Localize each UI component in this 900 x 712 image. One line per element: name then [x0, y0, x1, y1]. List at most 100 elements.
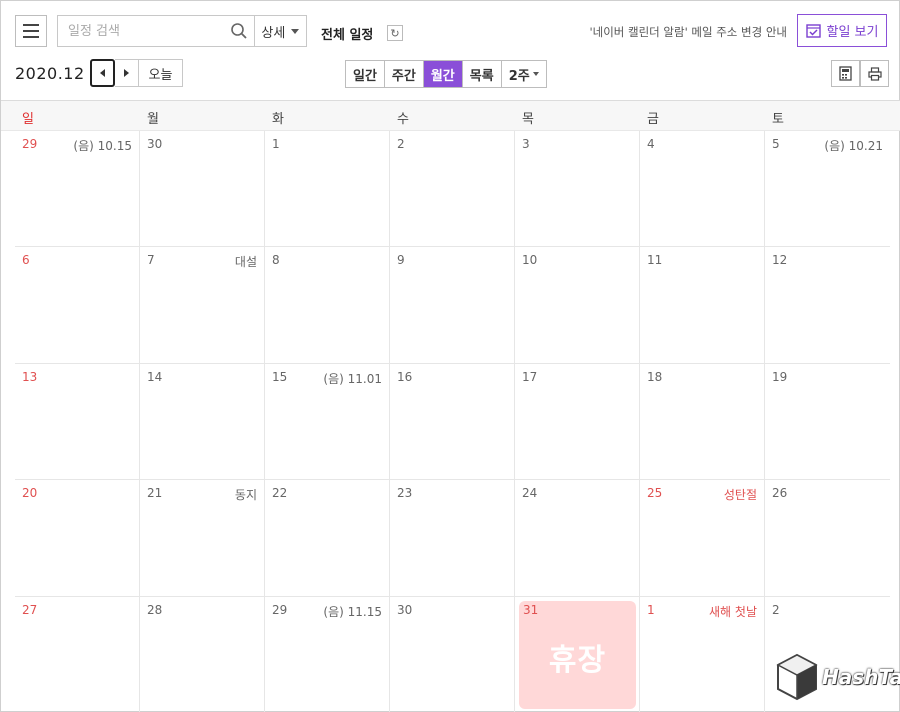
day-cell[interactable]: 1	[265, 131, 390, 246]
calculator-icon	[839, 66, 852, 81]
day-cell[interactable]: 10	[515, 247, 640, 363]
day-cell[interactable]: 5 (음) 10.21	[765, 131, 890, 246]
menu-button[interactable]	[15, 15, 47, 47]
day-cell[interactable]: 12	[765, 247, 890, 363]
app-frame: 상세 전체 일정 ↻ '네이버 캘린더 알람' 메일 주소 변경 안내 할일 보…	[0, 0, 900, 712]
day-cell[interactable]: 20	[15, 480, 140, 596]
next-month-button[interactable]	[115, 59, 139, 87]
day-cell[interactable]: 1 새해 첫날	[640, 597, 765, 712]
day-cell[interactable]: 25 성탄절	[640, 480, 765, 596]
week-row: 13 14 15 (음) 11.01 16 17 18 19	[15, 364, 890, 480]
weekday-mon: 월	[147, 112, 159, 127]
today-button[interactable]: 오늘	[139, 59, 183, 87]
day-note: 성탄절	[723, 488, 757, 502]
day-cell[interactable]: 3	[515, 131, 640, 246]
day-cell[interactable]: 30	[390, 597, 515, 712]
weekday-thu: 목	[522, 112, 534, 127]
day-cell[interactable]: 11	[640, 247, 765, 363]
tab-month[interactable]: 월간	[423, 61, 463, 87]
tab-week[interactable]: 주간	[384, 61, 424, 87]
tab-two-week[interactable]: 2주	[501, 61, 546, 87]
day-cell[interactable]: 13	[15, 364, 140, 479]
day-number: 28	[147, 603, 163, 617]
day-cell[interactable]: 31 휴장	[515, 597, 640, 712]
day-cell[interactable]: 28	[140, 597, 265, 712]
market-closed-label: 휴장	[548, 643, 607, 678]
day-number: 21	[147, 486, 163, 500]
market-closed-block[interactable]: 31 휴장	[519, 601, 636, 709]
refresh-icon[interactable]: ↻	[387, 25, 403, 41]
todo-button[interactable]: 할일 보기	[797, 14, 887, 47]
notice-link[interactable]: '네이버 캘린더 알람' 메일 주소 변경 안내	[589, 24, 787, 40]
day-number: 6	[22, 253, 30, 267]
view-tabs: 일간 주간 월간 목록 2주	[345, 60, 547, 88]
tab-day[interactable]: 일간	[346, 61, 385, 87]
weekday-wed: 수	[397, 112, 409, 127]
day-number: 18	[647, 370, 663, 384]
day-number: 13	[22, 370, 38, 384]
day-number: 31	[523, 603, 539, 617]
weekday-sun: 일	[22, 112, 34, 127]
prev-month-button[interactable]	[90, 59, 115, 87]
week-row: 27 28 29 (음) 11.15 30 31 휴장 1 새해 첫날 2	[15, 597, 890, 712]
day-cell[interactable]: 6	[15, 247, 140, 363]
search-box: 상세	[57, 15, 307, 47]
detail-search-button[interactable]: 상세	[253, 16, 306, 46]
day-cell[interactable]: 22	[265, 480, 390, 596]
day-cell[interactable]: 24	[515, 480, 640, 596]
day-number: 15	[272, 370, 288, 384]
day-note: (음) 11.15	[323, 605, 382, 619]
day-number: 4	[647, 137, 655, 151]
day-cell[interactable]: 19	[765, 364, 890, 479]
day-cell[interactable]: 18	[640, 364, 765, 479]
day-number: 12	[772, 253, 788, 267]
tab-two-week-label: 2주	[508, 68, 530, 84]
day-cell[interactable]: 9	[390, 247, 515, 363]
week-row: 29 (음) 10.15 30 1 2 3 4 5 (음) 10.21	[15, 131, 890, 247]
day-cell[interactable]: 21 동지	[140, 480, 265, 596]
print-button[interactable]	[860, 60, 889, 87]
day-cell[interactable]: 17	[515, 364, 640, 479]
day-cell[interactable]: 2	[390, 131, 515, 246]
checkbox-calendar-icon	[805, 24, 821, 38]
watermark-text: HashTag	[822, 665, 900, 689]
calculator-button[interactable]	[831, 60, 860, 87]
day-number: 29	[22, 137, 38, 151]
day-number: 9	[397, 253, 405, 267]
day-number: 22	[272, 486, 288, 500]
day-cell[interactable]: 27	[15, 597, 140, 712]
day-number: 23	[397, 486, 413, 500]
day-number: 30	[147, 137, 163, 151]
day-cell[interactable]: 29 (음) 10.15	[15, 131, 140, 246]
day-cell[interactable]: 8	[265, 247, 390, 363]
day-cell[interactable]: 23	[390, 480, 515, 596]
day-cell[interactable]: 26	[765, 480, 890, 596]
day-cell[interactable]: 15 (음) 11.01	[265, 364, 390, 479]
weekday-fri: 금	[647, 112, 659, 127]
day-cell[interactable]: 29 (음) 11.15	[265, 597, 390, 712]
day-number: 10	[522, 253, 538, 267]
day-cell[interactable]: 30	[140, 131, 265, 246]
todo-label: 할일 보기	[826, 25, 879, 40]
search-input[interactable]	[58, 16, 224, 46]
day-number: 19	[772, 370, 788, 384]
day-cell[interactable]: 14	[140, 364, 265, 479]
day-cell[interactable]: 7 대설	[140, 247, 265, 363]
search-icon[interactable]	[224, 16, 254, 46]
watermark: HashTag	[776, 653, 900, 709]
day-number: 3	[522, 137, 530, 151]
hamburger-icon	[23, 24, 39, 26]
day-number: 1	[647, 603, 655, 617]
day-number: 2	[772, 603, 780, 617]
day-number: 17	[522, 370, 538, 384]
day-note: 대설	[234, 255, 257, 269]
week-row: 6 7 대설 8 9 10 11 12	[15, 247, 890, 364]
day-cell[interactable]: 16	[390, 364, 515, 479]
day-number: 24	[522, 486, 538, 500]
day-number: 26	[772, 486, 788, 500]
day-cell[interactable]: 4	[640, 131, 765, 246]
current-month: 2020.12	[15, 64, 85, 83]
day-number: 2	[397, 137, 405, 151]
tab-list[interactable]: 목록	[462, 61, 502, 87]
week-row: 20 21 동지 22 23 24 25 성탄절 26	[15, 480, 890, 597]
